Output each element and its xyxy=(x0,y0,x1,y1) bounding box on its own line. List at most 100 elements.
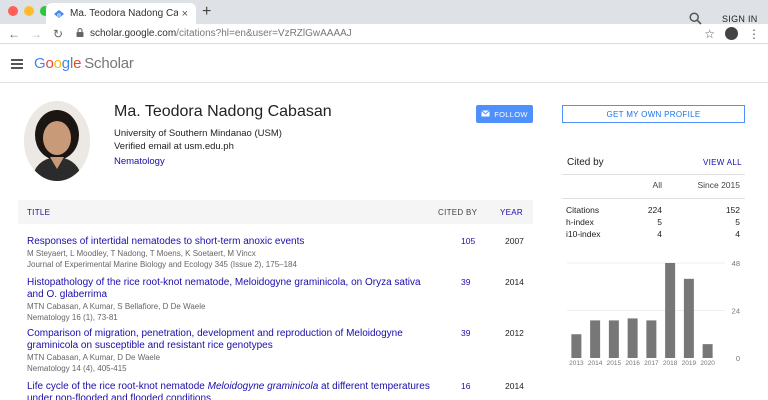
article-year: 2012 xyxy=(505,328,524,338)
y-tick-label: 24 xyxy=(732,307,740,316)
x-tick-label: 2016 xyxy=(625,360,640,367)
close-window-button[interactable] xyxy=(8,6,18,16)
profile-name: Ma. Teodora Nadong Cabasan xyxy=(114,103,332,120)
y-tick-label: 0 xyxy=(736,354,740,363)
bar-2020[interactable] xyxy=(702,344,713,358)
profile-affiliation: University of Southern Mindanao (USM) xyxy=(114,128,282,139)
article-cited-by-link[interactable]: 105 xyxy=(461,236,475,246)
article-title-link[interactable]: Responses of intertidal nematodes to sho… xyxy=(27,236,432,248)
stats-since-value: 4 xyxy=(735,229,740,239)
profile-email: Verified email at usm.edu.ph xyxy=(114,141,234,152)
browser-menu-icon[interactable]: ⋮ xyxy=(748,28,760,40)
follow-label: FOLLOW xyxy=(494,109,528,119)
stats-all-value: 224 xyxy=(647,205,662,215)
envelope-icon xyxy=(481,109,491,119)
x-tick-label: 2015 xyxy=(607,360,622,367)
get-my-own-profile-button[interactable]: GET MY OWN PROFILE xyxy=(562,105,745,123)
citations-per-year-chart: 024482013 2014 2015 2016 2017 2018 2019 2020 xyxy=(567,259,740,367)
google-scholar-logo[interactable]: Google Scholar xyxy=(34,55,134,72)
stats-since-value: 5 xyxy=(735,217,740,227)
article-venue: Nematology 14 (4), 405-415 xyxy=(27,364,127,373)
stats-label[interactable]: h-index xyxy=(566,217,594,227)
profile-photo xyxy=(24,101,90,181)
article-authors: M Steyaert, L Moodley, T Nadong, T Moens… xyxy=(27,249,256,258)
browser-tab[interactable]: Ma. Teodora Nadong Cabasan - × xyxy=(46,3,196,24)
bar-2019[interactable] xyxy=(683,278,694,358)
article-venue: Nematology 16 (1), 73-81 xyxy=(27,313,118,322)
bar-2014[interactable] xyxy=(590,320,601,358)
table-row: Life cycle of the rice root-knot nematod… xyxy=(27,381,533,400)
scholar-favicon-icon xyxy=(54,9,64,19)
sort-by-year-header[interactable]: YEAR xyxy=(500,208,523,217)
lock-icon xyxy=(76,27,84,40)
article-cited-by-link[interactable]: 39 xyxy=(461,328,470,338)
stats-all-value: 4 xyxy=(657,229,662,239)
article-year: 2014 xyxy=(505,277,524,287)
article-year: 2014 xyxy=(505,381,524,391)
citation-stats-table: All Since 2015 Citations 224 152 h-index… xyxy=(562,180,745,241)
x-tick-label: 2017 xyxy=(644,360,659,367)
back-icon[interactable]: ← xyxy=(6,27,22,41)
logo-letter: o xyxy=(45,55,54,72)
cited-by-title: Cited by xyxy=(567,157,604,168)
stats-col-since: Since 2015 xyxy=(697,180,740,190)
stats-label[interactable]: i10-index xyxy=(566,229,601,239)
url-path: /citations?hl=en&user=VzRZlGwAAAAJ xyxy=(176,28,352,39)
stats-label[interactable]: Citations xyxy=(566,205,599,215)
table-row: Histopathology of the rice root-knot nem… xyxy=(27,277,533,323)
article-title-link[interactable]: Life cycle of the rice root-knot nematod… xyxy=(27,381,432,400)
reload-icon[interactable]: ↻ xyxy=(50,27,66,41)
bar-2016[interactable] xyxy=(627,318,638,358)
article-authors: MTN Cabasan, A Kumar, S Bellafiore, D De… xyxy=(27,302,206,311)
tab-close-icon[interactable]: × xyxy=(182,8,188,20)
stats-all-value: 5 xyxy=(657,217,662,227)
bar-2017[interactable] xyxy=(646,320,657,358)
stats-row: Citations 224 152 xyxy=(562,205,745,217)
search-icon[interactable] xyxy=(689,12,702,30)
table-row: Comparison of migration, penetration, de… xyxy=(27,328,533,374)
forward-icon[interactable]: → xyxy=(28,27,44,41)
browser-tab-bar: Ma. Teodora Nadong Cabasan - × + xyxy=(0,0,768,24)
browser-toolbar: ← → ↻ scholar.google.com/citations?hl=en… xyxy=(0,24,768,44)
y-tick-label: 48 xyxy=(732,259,740,268)
x-tick-label: 2014 xyxy=(588,360,603,367)
sign-in-button[interactable]: SIGN IN xyxy=(722,14,758,24)
logo-letter: g xyxy=(61,55,70,72)
new-tab-button[interactable]: + xyxy=(202,3,211,21)
logo-letter: G xyxy=(34,55,46,72)
research-interest-link[interactable]: Nematology xyxy=(114,156,165,167)
bar-2015[interactable] xyxy=(608,320,619,358)
scholar-wordmark: Scholar xyxy=(84,55,134,72)
x-tick-label: 2018 xyxy=(663,360,678,367)
cited-by-header[interactable]: CITED BY xyxy=(438,208,477,217)
article-authors: MTN Cabasan, A Kumar, D De Waele xyxy=(27,353,161,362)
x-tick-label: 2020 xyxy=(700,360,715,367)
hamburger-menu-icon[interactable] xyxy=(11,58,23,69)
divider xyxy=(562,174,745,175)
article-venue: Journal of Experimental Marine Biology a… xyxy=(27,260,297,269)
article-cited-by-link[interactable]: 16 xyxy=(461,381,470,391)
stats-header-row: All Since 2015 xyxy=(562,180,745,194)
article-title-part: Life cycle of the rice root-knot nematod… xyxy=(27,381,208,392)
bookmark-star-icon[interactable]: ☆ xyxy=(704,27,715,41)
article-cited-by-link[interactable]: 39 xyxy=(461,277,470,287)
sort-by-title-header[interactable]: TITLE xyxy=(27,208,50,217)
tab-title: Ma. Teodora Nadong Cabasan - xyxy=(70,8,178,19)
bar-2013[interactable] xyxy=(571,334,582,358)
account-icon[interactable] xyxy=(725,27,738,40)
address-bar[interactable]: scholar.google.com/citations?hl=en&user=… xyxy=(76,27,704,40)
article-title-link[interactable]: Comparison of migration, penetration, de… xyxy=(27,328,432,352)
x-tick-label: 2019 xyxy=(682,360,697,367)
view-all-link[interactable]: VIEW ALL xyxy=(703,158,742,167)
follow-button[interactable]: FOLLOW xyxy=(476,105,533,123)
minimize-window-button[interactable] xyxy=(24,6,34,16)
window-controls xyxy=(8,6,50,16)
stats-col-all: All xyxy=(652,180,662,190)
article-title-link[interactable]: Histopathology of the rice root-knot nem… xyxy=(27,277,432,301)
article-title-species: Meloidogyne graminicola xyxy=(207,381,319,392)
bar-2018[interactable] xyxy=(665,263,676,358)
url-host: scholar.google.com xyxy=(90,28,177,39)
scholar-header: Google Scholar xyxy=(0,45,768,83)
logo-letter: o xyxy=(53,55,62,72)
stats-row: h-index 5 5 xyxy=(562,217,745,229)
